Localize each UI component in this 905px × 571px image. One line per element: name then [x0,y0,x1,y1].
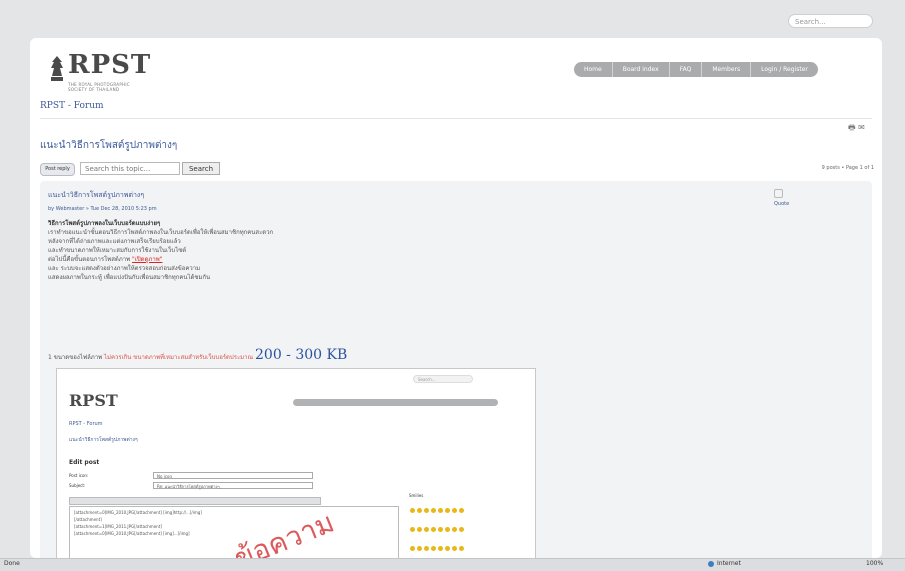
post-line-text: ต่อไปนี้คือขั้นตอนการโพสต์ภาพ [48,256,131,263]
site-logo[interactable]: RPST THE ROYAL PHOTOGRAPHIC SOCIETY OF T… [50,50,170,92]
nav-faq[interactable]: FAQ [670,62,703,77]
shot-heading: Edit post [69,459,100,466]
post-body-heading: วิธีการโพสต์รูปภาพลงในเว็บบอร์ดแบบง่ายๆ [48,220,161,227]
shot-crumb: RPST - Forum [69,421,103,427]
post-body: วิธีการโพสต์รูปภาพลงในเว็บบอร์ดแบบง่ายๆ … [48,219,668,282]
embedded-screenshot[interactable]: Search... RPST RPST - Forum แนะนำวิธีการ… [56,368,536,558]
size-value: 200 - 300 KB [255,347,348,363]
quote-button[interactable]: Quote [774,189,808,207]
shot-editor-line: [attachment=1]IMG_2011.JPG[/attachment] [74,524,162,529]
logo-wordmark: RPST [68,50,152,80]
security-zone[interactable]: Internet [708,560,741,567]
post-line: และ ระบบจะแสดงตัวอย่างภาพให้ตรวจสอบก่อนส… [48,265,201,272]
shot-search: Search... [413,375,473,383]
shot-subject-field: Re: แนะนำวิธีการโพสต์รูปภาพต่างๆ [153,482,313,489]
logo-subtitle-2: SOCIETY OF THAILAND [68,87,120,92]
shot-label-icon: Post icon: [69,473,89,478]
forum-page: RPST THE ROYAL PHOTOGRAPHIC SOCIETY OF T… [30,38,882,558]
print-icon[interactable]: 🖶 [848,123,856,132]
status-text: Done [4,560,20,567]
shot-editor-line: [/attachment] [74,517,102,522]
page-count: 9 posts • Page 1 of 1 [821,165,874,171]
file-size-note: 1 ขนาดของไฟล์ภาพ ไม่ควรเกิน ขนาดภาพที่เห… [48,347,347,363]
divider [40,118,872,119]
status-bar: Done Internet 100% [0,558,905,571]
topic-search-input[interactable]: Search this topic... [80,162,180,175]
nav-board-index[interactable]: Board index [613,62,670,77]
shot-title: แนะนำวิธีการโพสต์รูปภาพต่างๆ [69,437,138,443]
post-line: แสดงผลภาพในกระทู้ เพื่อแบ่งปันกับเพื่อนส… [48,274,211,281]
post-line: และทำขนาดภาพให้เหมาะสมกับการใช้งานในเว็บ… [48,247,187,254]
quote-label: Quote [774,201,790,207]
size-middle: ขนาดภาพที่เหมาะสมสำหรับเว็บบอร์ดประมาณ [133,354,254,361]
size-highlight: ไม่ควรเกิน [103,354,132,361]
topic-title[interactable]: แนะนำวิธีการโพสต์รูปภาพต่างๆ [40,138,177,153]
post-reply-button[interactable]: Post reply [40,163,75,176]
main-nav: Home Board index FAQ Members Login / Reg… [574,62,818,77]
shot-icon-field: No icon [153,472,313,479]
post-byline: by Webmaster » Tue Dec 28, 2010 5:23 pm [48,206,157,212]
topic-search-button[interactable]: Search [182,162,220,175]
shot-nav [293,399,498,406]
print-email-icons[interactable]: 🖶 ✉ [848,122,865,136]
post-container: แนะนำวิธีการโพสต์รูปภาพต่างๆ by Webmaste… [40,181,872,558]
browser-top-area: Search... [0,0,905,38]
nav-home[interactable]: Home [574,62,613,77]
post-line: เราทำขอแนะนำขั้นตอนวิธีการโพสต์ภาพลงในเว… [48,229,274,236]
breadcrumb[interactable]: RPST - Forum [40,101,104,111]
shot-label-subject: Subject: [69,483,86,488]
nav-login[interactable]: Login / Register [751,62,818,77]
emblem-icon [51,56,63,81]
post-line: ต่อไปนี้คือขั้นตอนการโพสต์ภาพ "เปิดดูภาพ… [48,255,668,264]
quote-icon [774,189,783,198]
size-prefix: 1 ขนาดของไฟล์ภาพ [48,354,103,361]
nav-members[interactable]: Members [702,62,752,77]
shot-logo: RPST [69,391,118,410]
shot-editor-line: [attachment=0]IMG_2010.JPG[/attachment] … [74,531,190,536]
shot-smilies-heading: Smilies [409,493,424,498]
shot-smilies [409,499,469,551]
zoom-control[interactable]: 100% [866,560,883,567]
globe-icon [708,560,714,567]
email-icon[interactable]: ✉ [858,123,865,132]
zone-label: Internet [717,560,741,567]
view-image-link[interactable]: "เปิดดูภาพ" [132,256,162,263]
post-subject[interactable]: แนะนำวิธีการโพสต์รูปภาพต่างๆ [48,190,144,201]
top-search-input[interactable]: Search... [788,14,873,28]
post-line: หลังจากที่ได้ถ่ายภาพและแต่งภาพเสร็จเรียบ… [48,238,181,245]
shot-editor-line: [attachment=0]IMG_2010.JPG[/attachment] … [74,510,202,515]
shot-editor-toolbar [69,497,321,505]
